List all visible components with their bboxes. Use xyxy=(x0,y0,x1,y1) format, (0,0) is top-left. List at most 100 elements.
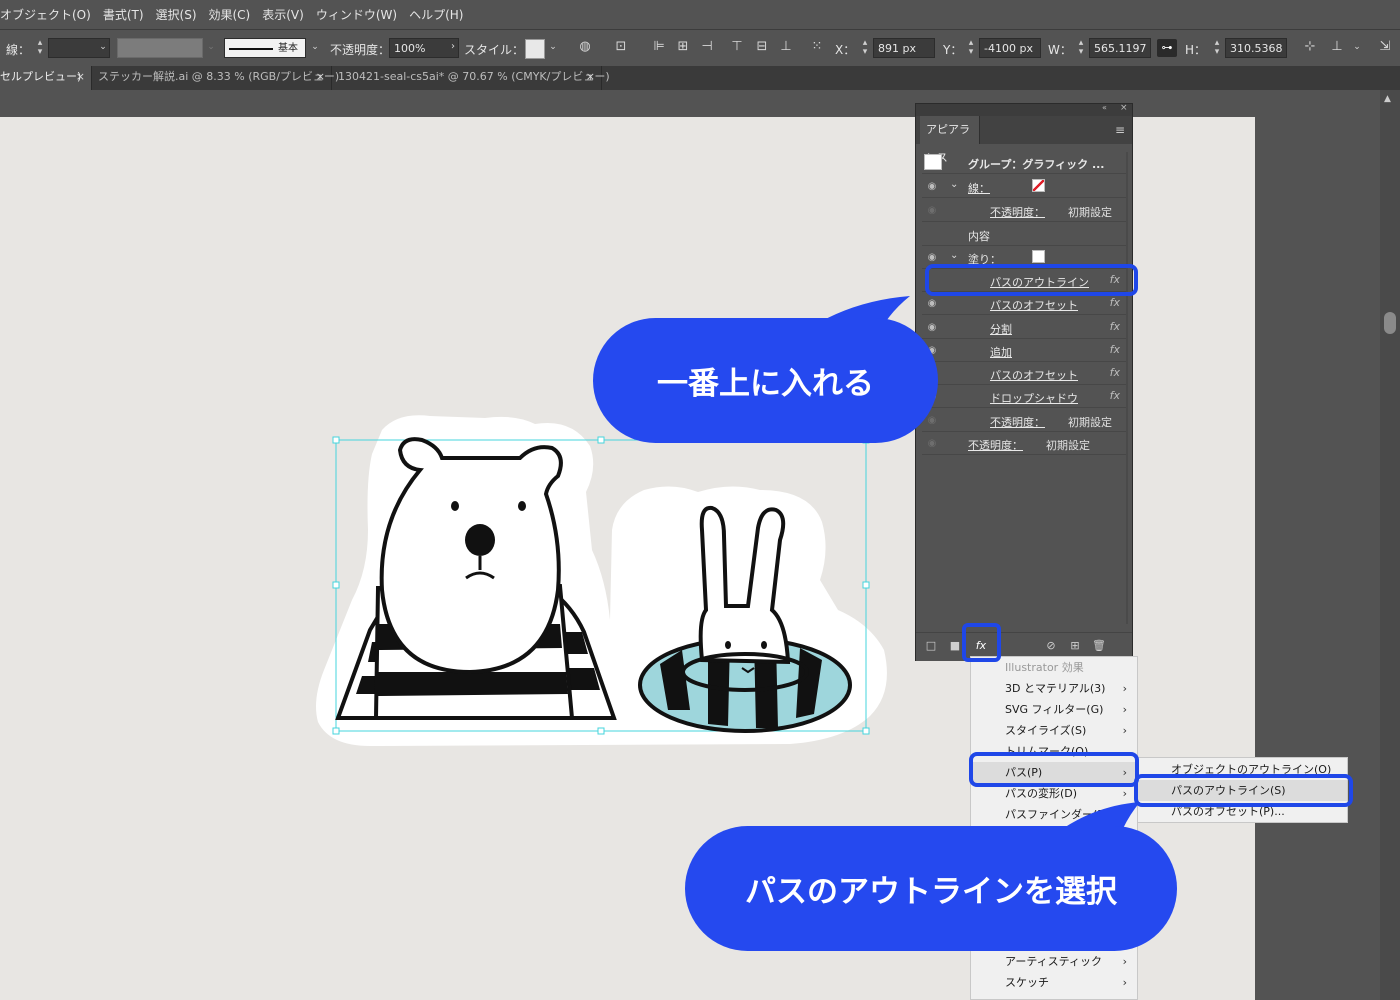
duplicate-item-icon[interactable]: ⊞ xyxy=(1068,639,1082,653)
effect-row-divide[interactable]: ◉ 分割 fx xyxy=(922,317,1126,339)
close-icon[interactable]: × xyxy=(76,66,85,88)
fx-icon[interactable]: fx xyxy=(1110,389,1120,402)
y-stepper[interactable]: ▴ ▾ xyxy=(966,39,976,57)
h-field[interactable]: 310.5368 xyxy=(1225,38,1287,58)
menu-item-artistic[interactable]: アーティスティック › xyxy=(971,951,1137,972)
chevron-right-icon[interactable]: › xyxy=(446,40,460,54)
transform-each-icon[interactable]: ⊹ xyxy=(1303,40,1317,54)
fx-icon[interactable]: fx xyxy=(1110,366,1120,379)
effect-label[interactable]: パスのオフセット xyxy=(990,367,1078,383)
eye-icon[interactable]: ◉ xyxy=(925,180,939,194)
effect-row-offset-path[interactable]: ◉ パスのオフセット fx xyxy=(922,293,1126,315)
tab-document-2[interactable]: ステッカー解説.ai @ 8.33 % (RGB/プレビュー) × xyxy=(92,66,339,90)
style-swatch[interactable] xyxy=(525,39,545,59)
tab-document-1[interactable]: セルプレビュー) × xyxy=(0,66,92,90)
close-icon[interactable]: × xyxy=(316,66,325,88)
scroll-up-icon[interactable]: ▲ xyxy=(1384,94,1391,104)
fill-white-swatch[interactable] xyxy=(1032,250,1045,263)
close-icon[interactable]: × xyxy=(1120,103,1128,113)
stroke-row[interactable]: ◉ ⌄ 線： xyxy=(922,176,1126,198)
menu-effect[interactable]: 効果(C) xyxy=(203,6,257,23)
x-field[interactable]: 891 px xyxy=(873,38,935,58)
fill-opacity-row[interactable]: ◉ 不透明度： 初期設定 xyxy=(922,410,1126,432)
eye-icon[interactable]: ◉ xyxy=(925,437,939,451)
eye-icon[interactable]: ◉ xyxy=(925,297,939,311)
menu-item-sketch[interactable]: スケッチ › xyxy=(971,972,1137,993)
vertical-scrollbar[interactable]: ▲ xyxy=(1380,90,1400,1000)
collapse-icon[interactable]: « xyxy=(1102,103,1107,112)
stroke-opacity-label[interactable]: 不透明度： xyxy=(990,204,1045,220)
effect-label[interactable]: パスのオフセット xyxy=(990,297,1078,313)
chevron-down-icon[interactable]: ⌄ xyxy=(1350,40,1364,54)
fx-icon[interactable]: fx xyxy=(1110,343,1120,356)
recolor-icon[interactable]: ◍ xyxy=(578,40,592,54)
close-icon[interactable]: × xyxy=(586,66,595,88)
contents-row[interactable]: 内容 xyxy=(922,224,1126,246)
h-stepper[interactable]: ▴ ▾ xyxy=(1212,39,1222,57)
menu-select[interactable]: 選択(S) xyxy=(150,6,203,23)
fx-icon[interactable]: fx xyxy=(1110,320,1120,333)
tab-document-3[interactable]: 130421-seal-cs5ai* @ 70.67 % (CMYK/プレビュー… xyxy=(332,66,610,90)
group-row[interactable]: グループ：グラフィック ... xyxy=(922,152,1126,174)
reference-point-icon[interactable]: ⁙ xyxy=(810,40,824,54)
panel-menu-icon[interactable]: ⇲ xyxy=(1378,40,1392,54)
transform-icon[interactable]: ⊡ xyxy=(614,40,628,54)
align-center-icon[interactable]: ⊞ xyxy=(676,40,690,54)
variable-width-profile[interactable] xyxy=(117,38,203,58)
menu-item-stylize[interactable]: スタイライズ(S) › xyxy=(971,720,1137,741)
group-opacity-label[interactable]: 不透明度： xyxy=(968,437,1023,453)
chevron-down-icon[interactable]: ⌄ xyxy=(546,40,560,54)
panel-menu-icon[interactable]: ≡ xyxy=(1115,123,1125,137)
menu-item-pathfinder[interactable]: パスファインダー(F) › xyxy=(971,804,1137,825)
stroke-none-swatch[interactable] xyxy=(1032,179,1045,192)
menu-item-svg-filters[interactable]: SVG フィルター(G) › xyxy=(971,699,1137,720)
align-left-icon[interactable]: ⊫ xyxy=(652,40,666,54)
chevron-down-icon[interactable]: ⌄ xyxy=(308,40,322,54)
menu-object[interactable]: オブジェクト(O) xyxy=(0,6,97,23)
align-bottom-icon[interactable]: ⊥ xyxy=(779,40,793,54)
stroke-weight-stepper[interactable]: ▴ ▾ xyxy=(35,39,45,57)
fx-icon[interactable]: fx xyxy=(1110,296,1120,309)
opacity-label[interactable]: 不透明度： xyxy=(330,41,390,58)
eye-icon[interactable]: ◉ xyxy=(925,414,939,428)
eye-icon[interactable]: ◉ xyxy=(925,321,939,335)
y-field[interactable]: -4100 px xyxy=(979,38,1041,58)
effect-label[interactable]: 分割 xyxy=(990,321,1012,337)
chevron-down-icon[interactable]: ⌄ xyxy=(96,40,110,54)
clear-appearance-icon[interactable]: ⊘ xyxy=(1044,639,1058,653)
effect-row-offset-path-2[interactable]: ◉ パスのオフセット fx xyxy=(922,363,1126,385)
align-right-icon[interactable]: ⊣ xyxy=(700,40,714,54)
align-middle-icon[interactable]: ⊟ xyxy=(755,40,769,54)
effect-row-drop-shadow[interactable]: ◉ ドロップシャドウ fx xyxy=(922,386,1126,408)
link-proportions-icon[interactable]: ⊶ xyxy=(1157,39,1177,57)
menu-view[interactable]: 表示(V) xyxy=(256,6,310,23)
effect-label[interactable]: ドロップシャドウ xyxy=(990,390,1078,406)
menu-help[interactable]: ヘルプ(H) xyxy=(403,6,469,23)
brush-definition[interactable]: 基本 xyxy=(224,38,306,58)
effect-label[interactable]: 追加 xyxy=(990,344,1012,360)
stroke-opacity-row[interactable]: ◉ 不透明度： 初期設定 xyxy=(922,200,1126,222)
align-top-icon[interactable]: ⊤ xyxy=(730,40,744,54)
sticker-artwork[interactable] xyxy=(310,410,900,755)
x-stepper[interactable]: ▴ ▾ xyxy=(860,39,870,57)
eye-icon[interactable]: ◉ xyxy=(925,204,939,218)
stroke-attr-label[interactable]: 線： xyxy=(968,180,990,196)
eye-icon[interactable]: ◉ xyxy=(925,251,939,265)
w-field[interactable]: 565.1197 p xyxy=(1089,38,1151,58)
group-opacity-row[interactable]: ◉ 不透明度： 初期設定 xyxy=(922,433,1126,455)
menu-type[interactable]: 書式(T) xyxy=(97,6,150,23)
menu-window[interactable]: ウィンドウ(W) xyxy=(310,6,403,23)
add-new-stroke-icon[interactable]: □ xyxy=(924,639,938,653)
fill-opacity-label[interactable]: 不透明度： xyxy=(990,414,1045,430)
chevron-down-icon[interactable]: ⌄ xyxy=(950,250,958,261)
scroll-thumb[interactable] xyxy=(1384,312,1396,334)
menu-item-3d[interactable]: 3D とマテリアル(3) › xyxy=(971,678,1137,699)
w-stepper[interactable]: ▴ ▾ xyxy=(1076,39,1086,57)
isolate-icon[interactable]: ⊥ xyxy=(1330,40,1344,54)
chevron-down-icon[interactable]: ⌄ xyxy=(950,179,958,190)
trash-icon[interactable]: 🗑 xyxy=(1092,639,1106,653)
effect-row-add[interactable]: ◉ 追加 fx xyxy=(922,340,1126,362)
panel-scrollbar[interactable] xyxy=(1126,152,1128,624)
add-new-fill-icon[interactable]: ■ xyxy=(948,639,962,653)
tab-appearance[interactable]: アピアランス xyxy=(920,116,980,164)
